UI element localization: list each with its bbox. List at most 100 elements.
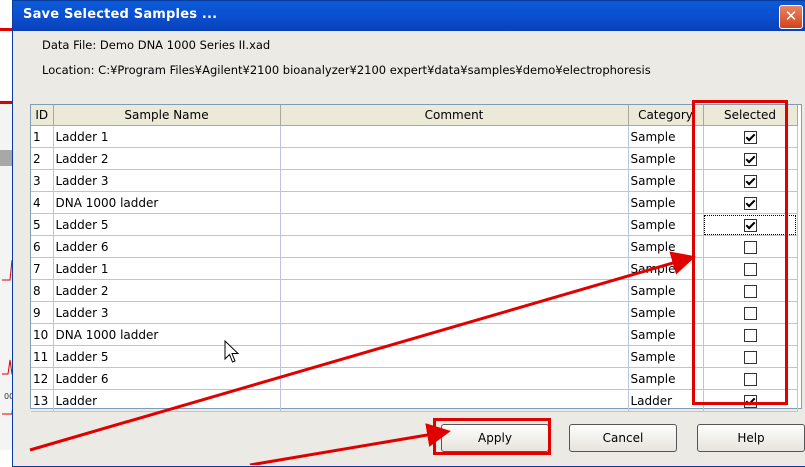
checkbox-unchecked-icon[interactable]	[743, 306, 757, 320]
cell-sample-name[interactable]: Ladder 2	[53, 147, 281, 170]
column-header-sample-name[interactable]: Sample Name	[53, 105, 281, 126]
table-row[interactable]: 3 Ladder 3 Sample	[31, 169, 798, 192]
cell-id[interactable]: 10	[31, 323, 54, 346]
cell-comment[interactable]	[280, 147, 629, 170]
table-row[interactable]: 7 Ladder 1 Sample	[31, 257, 798, 280]
cell-id[interactable]: 7	[31, 257, 54, 280]
cell-comment[interactable]	[280, 169, 629, 192]
cell-sample-name[interactable]: DNA 1000 ladder	[53, 323, 281, 346]
column-header-id[interactable]: ID	[31, 105, 54, 126]
cell-sample-name[interactable]: Ladder 5	[53, 213, 281, 236]
table-row[interactable]: 10 DNA 1000 ladder Sample	[31, 323, 798, 346]
checkbox-checked-icon[interactable]	[743, 152, 757, 166]
cell-id[interactable]: 6	[31, 235, 54, 258]
cell-sample-name[interactable]: Ladder 1	[53, 257, 281, 280]
cell-id[interactable]: 2	[31, 147, 54, 170]
cell-selected[interactable]	[703, 345, 798, 368]
cell-comment[interactable]	[280, 191, 629, 214]
cell-id[interactable]: 12	[31, 367, 54, 390]
cell-selected[interactable]	[703, 169, 798, 192]
cell-sample-name[interactable]: Ladder	[53, 389, 281, 412]
title-bar[interactable]: Save Selected Samples ... ✕	[13, 1, 805, 31]
cell-selected[interactable]	[703, 323, 798, 346]
cell-category[interactable]: Sample	[628, 257, 704, 280]
cell-selected[interactable]	[703, 235, 798, 258]
cell-id[interactable]: 11	[31, 345, 54, 368]
checkbox-unchecked-icon[interactable]	[743, 350, 757, 364]
cell-category[interactable]: Sample	[628, 367, 704, 390]
cell-id[interactable]: 1	[31, 125, 54, 148]
table-row[interactable]: 2 Ladder 2 Sample	[31, 147, 798, 170]
checkbox-checked-icon[interactable]	[743, 218, 757, 232]
cell-sample-name[interactable]: Ladder 3	[53, 169, 281, 192]
cell-comment[interactable]	[280, 279, 629, 302]
table-row[interactable]: 1 Ladder 1 Sample	[31, 125, 798, 148]
cell-id[interactable]: 8	[31, 279, 54, 302]
cell-category[interactable]: Sample	[628, 213, 704, 236]
cell-id[interactable]: 3	[31, 169, 54, 192]
cell-selected[interactable]	[703, 213, 798, 236]
table-row[interactable]: 13 Ladder Ladder	[31, 389, 798, 412]
cell-sample-name[interactable]: Ladder 2	[53, 279, 281, 302]
checkbox-checked-icon[interactable]	[743, 394, 757, 408]
table-row[interactable]: 8 Ladder 2 Sample	[31, 279, 798, 302]
cell-sample-name[interactable]: Ladder 1	[53, 125, 281, 148]
cell-category[interactable]: Sample	[628, 323, 704, 346]
table-row[interactable]: 5 Ladder 5 Sample	[31, 213, 798, 236]
cell-id[interactable]: 4	[31, 191, 54, 214]
table-row[interactable]: 12 Ladder 6 Sample	[31, 367, 798, 390]
table-row[interactable]: 6 Ladder 6 Sample	[31, 235, 798, 258]
cell-comment[interactable]	[280, 323, 629, 346]
cell-selected[interactable]	[703, 147, 798, 170]
checkbox-unchecked-icon[interactable]	[743, 240, 757, 254]
cell-category[interactable]: Sample	[628, 279, 704, 302]
cell-category[interactable]: Sample	[628, 345, 704, 368]
cell-category[interactable]: Sample	[628, 147, 704, 170]
cell-selected[interactable]	[703, 279, 798, 302]
checkbox-unchecked-icon[interactable]	[743, 262, 757, 276]
cell-category[interactable]: Sample	[628, 235, 704, 258]
help-button[interactable]: Help	[697, 424, 805, 452]
table-row[interactable]: 4 DNA 1000 ladder Sample	[31, 191, 798, 214]
cell-sample-name[interactable]: Ladder 3	[53, 301, 281, 324]
cancel-button[interactable]: Cancel	[569, 424, 677, 452]
cell-id[interactable]: 5	[31, 213, 54, 236]
cell-comment[interactable]	[280, 235, 629, 258]
cell-selected[interactable]	[703, 125, 798, 148]
cell-category[interactable]: Sample	[628, 125, 704, 148]
cell-category[interactable]: Sample	[628, 191, 704, 214]
cell-comment[interactable]	[280, 125, 629, 148]
cell-sample-name[interactable]: Ladder 6	[53, 367, 281, 390]
checkbox-unchecked-icon[interactable]	[743, 372, 757, 386]
column-header-category[interactable]: Category	[628, 105, 704, 126]
checkbox-unchecked-icon[interactable]	[743, 284, 757, 298]
cell-sample-name[interactable]: Ladder 5	[53, 345, 281, 368]
cell-category[interactable]: Ladder	[628, 389, 704, 412]
cell-sample-name[interactable]: Ladder 6	[53, 235, 281, 258]
cell-selected[interactable]	[703, 257, 798, 280]
cell-selected[interactable]	[703, 191, 798, 214]
checkbox-checked-icon[interactable]	[743, 130, 757, 144]
cell-category[interactable]: Sample	[628, 301, 704, 324]
cell-selected[interactable]	[703, 367, 798, 390]
checkbox-unchecked-icon[interactable]	[743, 328, 757, 342]
table-row[interactable]: 9 Ladder 3 Sample	[31, 301, 798, 324]
cell-comment[interactable]	[280, 257, 629, 280]
checkbox-checked-icon[interactable]	[743, 196, 757, 210]
cell-selected[interactable]	[703, 301, 798, 324]
cell-sample-name[interactable]: DNA 1000 ladder	[53, 191, 281, 214]
apply-button[interactable]: Apply	[441, 424, 549, 452]
cell-comment[interactable]	[280, 367, 629, 390]
close-button[interactable]: ✕	[779, 5, 803, 29]
cell-comment[interactable]	[280, 301, 629, 324]
cell-id[interactable]: 9	[31, 301, 54, 324]
cell-selected[interactable]	[703, 389, 798, 412]
table-row[interactable]: 11 Ladder 5 Sample	[31, 345, 798, 368]
checkbox-checked-icon[interactable]	[743, 174, 757, 188]
cell-comment[interactable]	[280, 389, 629, 412]
cell-comment[interactable]	[280, 213, 629, 236]
samples-table[interactable]: ID Sample Name Comment Category Selected…	[30, 104, 802, 412]
column-header-comment[interactable]: Comment	[280, 105, 629, 126]
cell-comment[interactable]	[280, 345, 629, 368]
cell-category[interactable]: Sample	[628, 169, 704, 192]
